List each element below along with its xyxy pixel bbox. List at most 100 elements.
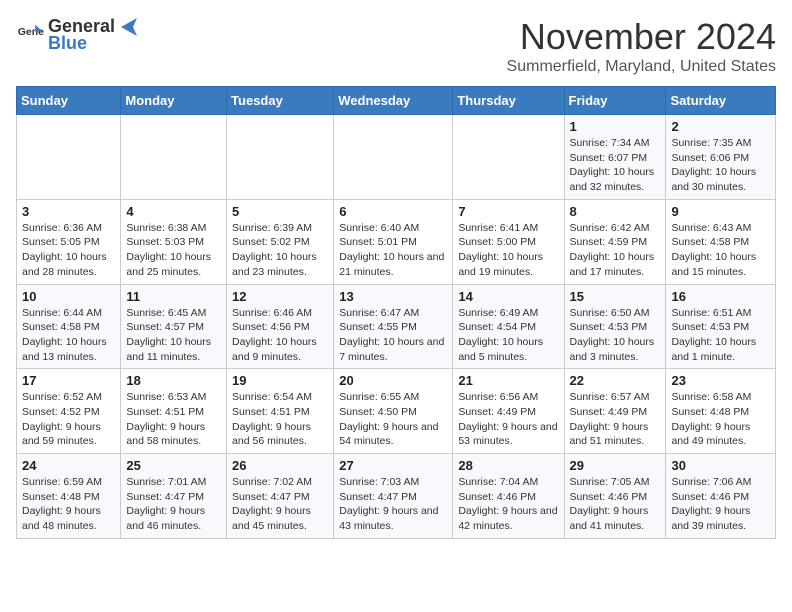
day-number: 25 bbox=[126, 458, 221, 473]
header-day-friday: Friday bbox=[564, 87, 666, 115]
calendar-cell: 10 Sunrise: 6:44 AM Sunset: 4:58 PM Dayli… bbox=[17, 284, 121, 369]
day-info: Sunrise: 7:06 AM Sunset: 4:46 PM Dayligh… bbox=[671, 475, 770, 534]
day-info: Sunrise: 6:59 AM Sunset: 4:48 PM Dayligh… bbox=[22, 475, 115, 534]
calendar-cell: 30 Sunrise: 7:06 AM Sunset: 4:46 PM Dayli… bbox=[666, 454, 776, 539]
calendar-cell: 29 Sunrise: 7:05 AM Sunset: 4:46 PM Dayli… bbox=[564, 454, 666, 539]
title-area: November 2024 Summerfield, Maryland, Uni… bbox=[507, 16, 776, 76]
day-number: 7 bbox=[458, 204, 558, 219]
day-number: 15 bbox=[570, 289, 661, 304]
day-number: 22 bbox=[570, 373, 661, 388]
calendar-cell: 22Sunrise: 6:57 AM Sunset: 4:49 PM Dayli… bbox=[564, 369, 666, 454]
calendar-cell: 17 Sunrise: 6:52 AM Sunset: 4:52 PM Dayli… bbox=[17, 369, 121, 454]
calendar-cell: 20 Sunrise: 6:55 AM Sunset: 4:50 PM Dayli… bbox=[334, 369, 453, 454]
calendar-cell: 24 Sunrise: 6:59 AM Sunset: 4:48 PM Dayli… bbox=[17, 454, 121, 539]
day-number: 14 bbox=[458, 289, 558, 304]
calendar-cell: 14Sunrise: 6:49 AM Sunset: 4:54 PM Dayli… bbox=[453, 284, 564, 369]
day-info: Sunrise: 6:51 AM Sunset: 4:53 PM Dayligh… bbox=[671, 306, 770, 365]
calendar-cell: 26 Sunrise: 7:02 AM Sunset: 4:47 PM Dayli… bbox=[227, 454, 334, 539]
calendar-cell: 2Sunrise: 7:35 AM Sunset: 6:06 PM Daylig… bbox=[666, 115, 776, 200]
day-number: 8 bbox=[570, 204, 661, 219]
calendar-cell bbox=[334, 115, 453, 200]
header-row: SundayMondayTuesdayWednesdayThursdayFrid… bbox=[17, 87, 776, 115]
day-info: Sunrise: 7:02 AM Sunset: 4:47 PM Dayligh… bbox=[232, 475, 328, 534]
calendar-cell: 18 Sunrise: 6:53 AM Sunset: 4:51 PM Dayli… bbox=[121, 369, 227, 454]
logo: General General Blue bbox=[16, 16, 137, 54]
day-number: 20 bbox=[339, 373, 447, 388]
day-info: Sunrise: 6:52 AM Sunset: 4:52 PM Dayligh… bbox=[22, 390, 115, 449]
header-day-sunday: Sunday bbox=[17, 87, 121, 115]
week-row-1: 1Sunrise: 7:34 AM Sunset: 6:07 PM Daylig… bbox=[17, 115, 776, 200]
calendar-cell: 9 Sunrise: 6:43 AM Sunset: 4:58 PM Daylig… bbox=[666, 199, 776, 284]
day-number: 17 bbox=[22, 373, 115, 388]
calendar-table: SundayMondayTuesdayWednesdayThursdayFrid… bbox=[16, 86, 776, 539]
header-day-wednesday: Wednesday bbox=[334, 87, 453, 115]
calendar-cell: 25 Sunrise: 7:01 AM Sunset: 4:47 PM Dayli… bbox=[121, 454, 227, 539]
day-info: Sunrise: 6:45 AM Sunset: 4:57 PM Dayligh… bbox=[126, 306, 221, 365]
day-number: 13 bbox=[339, 289, 447, 304]
day-number: 28 bbox=[458, 458, 558, 473]
logo-icon: General bbox=[16, 21, 44, 49]
day-info: Sunrise: 6:43 AM Sunset: 4:58 PM Dayligh… bbox=[671, 221, 770, 280]
page-header: General General Blue November 2024 Summe… bbox=[16, 16, 776, 76]
calendar-cell: 11 Sunrise: 6:45 AM Sunset: 4:57 PM Dayli… bbox=[121, 284, 227, 369]
day-info: Sunrise: 6:39 AM Sunset: 5:02 PM Dayligh… bbox=[232, 221, 328, 280]
calendar-cell bbox=[227, 115, 334, 200]
day-info: Sunrise: 6:46 AM Sunset: 4:56 PM Dayligh… bbox=[232, 306, 328, 365]
calendar-cell: 3Sunrise: 6:36 AM Sunset: 5:05 PM Daylig… bbox=[17, 199, 121, 284]
calendar-cell bbox=[17, 115, 121, 200]
header-day-saturday: Saturday bbox=[666, 87, 776, 115]
day-number: 9 bbox=[671, 204, 770, 219]
day-number: 1 bbox=[570, 119, 661, 134]
day-info: Sunrise: 6:41 AM Sunset: 5:00 PM Dayligh… bbox=[458, 221, 558, 280]
calendar-cell: 23 Sunrise: 6:58 AM Sunset: 4:48 PM Dayli… bbox=[666, 369, 776, 454]
day-info: Sunrise: 6:56 AM Sunset: 4:49 PM Dayligh… bbox=[458, 390, 558, 449]
day-number: 24 bbox=[22, 458, 115, 473]
calendar-cell: 12 Sunrise: 6:46 AM Sunset: 4:56 PM Dayli… bbox=[227, 284, 334, 369]
day-number: 26 bbox=[232, 458, 328, 473]
day-number: 23 bbox=[671, 373, 770, 388]
day-info: Sunrise: 6:47 AM Sunset: 4:55 PM Dayligh… bbox=[339, 306, 447, 365]
day-info: Sunrise: 7:03 AM Sunset: 4:47 PM Dayligh… bbox=[339, 475, 447, 534]
day-number: 10 bbox=[22, 289, 115, 304]
day-number: 30 bbox=[671, 458, 770, 473]
week-row-3: 10 Sunrise: 6:44 AM Sunset: 4:58 PM Dayli… bbox=[17, 284, 776, 369]
calendar-cell: 16Sunrise: 6:51 AM Sunset: 4:53 PM Dayli… bbox=[666, 284, 776, 369]
day-info: Sunrise: 6:58 AM Sunset: 4:48 PM Dayligh… bbox=[671, 390, 770, 449]
day-number: 3 bbox=[22, 204, 115, 219]
day-info: Sunrise: 6:55 AM Sunset: 4:50 PM Dayligh… bbox=[339, 390, 447, 449]
header-day-monday: Monday bbox=[121, 87, 227, 115]
day-number: 4 bbox=[126, 204, 221, 219]
calendar-cell: 5 Sunrise: 6:39 AM Sunset: 5:02 PM Daylig… bbox=[227, 199, 334, 284]
logo-bird-icon bbox=[115, 18, 137, 36]
day-number: 12 bbox=[232, 289, 328, 304]
day-info: Sunrise: 6:44 AM Sunset: 4:58 PM Dayligh… bbox=[22, 306, 115, 365]
day-info: Sunrise: 7:05 AM Sunset: 4:46 PM Dayligh… bbox=[570, 475, 661, 534]
header-day-thursday: Thursday bbox=[453, 87, 564, 115]
calendar-cell: 8 Sunrise: 6:42 AM Sunset: 4:59 PM Daylig… bbox=[564, 199, 666, 284]
day-number: 29 bbox=[570, 458, 661, 473]
day-number: 11 bbox=[126, 289, 221, 304]
calendar-cell: 21 Sunrise: 6:56 AM Sunset: 4:49 PM Dayli… bbox=[453, 369, 564, 454]
week-row-2: 3Sunrise: 6:36 AM Sunset: 5:05 PM Daylig… bbox=[17, 199, 776, 284]
day-info: Sunrise: 7:04 AM Sunset: 4:46 PM Dayligh… bbox=[458, 475, 558, 534]
calendar-cell: 27 Sunrise: 7:03 AM Sunset: 4:47 PM Dayli… bbox=[334, 454, 453, 539]
day-info: Sunrise: 7:01 AM Sunset: 4:47 PM Dayligh… bbox=[126, 475, 221, 534]
calendar-cell: 19 Sunrise: 6:54 AM Sunset: 4:51 PM Dayli… bbox=[227, 369, 334, 454]
svg-text:General: General bbox=[18, 26, 44, 38]
day-info: Sunrise: 6:42 AM Sunset: 4:59 PM Dayligh… bbox=[570, 221, 661, 280]
calendar-cell: 13 Sunrise: 6:47 AM Sunset: 4:55 PM Dayli… bbox=[334, 284, 453, 369]
day-number: 5 bbox=[232, 204, 328, 219]
day-number: 19 bbox=[232, 373, 328, 388]
day-info: Sunrise: 6:54 AM Sunset: 4:51 PM Dayligh… bbox=[232, 390, 328, 449]
day-number: 21 bbox=[458, 373, 558, 388]
day-info: Sunrise: 6:50 AM Sunset: 4:53 PM Dayligh… bbox=[570, 306, 661, 365]
week-row-4: 17 Sunrise: 6:52 AM Sunset: 4:52 PM Dayli… bbox=[17, 369, 776, 454]
header-day-tuesday: Tuesday bbox=[227, 87, 334, 115]
day-number: 18 bbox=[126, 373, 221, 388]
day-info: Sunrise: 6:40 AM Sunset: 5:01 PM Dayligh… bbox=[339, 221, 447, 280]
calendar-cell: 1Sunrise: 7:34 AM Sunset: 6:07 PM Daylig… bbox=[564, 115, 666, 200]
day-number: 2 bbox=[671, 119, 770, 134]
day-number: 6 bbox=[339, 204, 447, 219]
day-number: 27 bbox=[339, 458, 447, 473]
day-info: Sunrise: 6:53 AM Sunset: 4:51 PM Dayligh… bbox=[126, 390, 221, 449]
